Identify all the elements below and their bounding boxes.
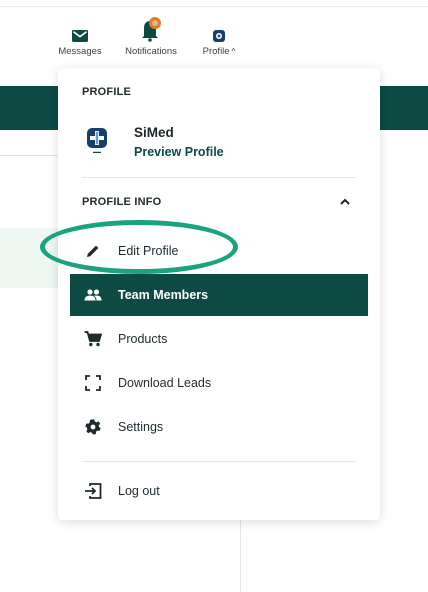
nav-profile-label: Profile ^	[203, 46, 236, 57]
nav-profile[interactable]: Profile ^	[192, 16, 246, 57]
cart-icon	[84, 330, 102, 348]
envelope-icon	[72, 16, 88, 42]
company-logo: ▬▬	[82, 128, 112, 158]
gear-icon	[84, 418, 102, 436]
profile-text: SiMed Preview Profile	[134, 125, 224, 159]
company-name: SiMed	[134, 125, 174, 140]
profile-logo-icon	[213, 16, 225, 42]
page-highlight-block	[0, 228, 60, 288]
logout-button[interactable]: Log out	[70, 470, 368, 512]
logout-label: Log out	[118, 484, 160, 498]
logout-icon	[84, 482, 102, 500]
nav-profile-text: Profile	[202, 46, 230, 57]
nav-messages[interactable]: Messages	[52, 16, 108, 57]
profile-info-heading: PROFILE INFO	[82, 196, 162, 208]
nav-notifications-label: Notifications	[125, 46, 177, 57]
top-rule	[0, 6, 428, 7]
bell-icon	[139, 16, 163, 42]
menu-item-edit-profile[interactable]: Edit Profile	[70, 230, 368, 272]
profile-card: ▬▬ SiMed Preview Profile	[82, 125, 224, 159]
top-nav: Messages Notifications Profile ^	[52, 16, 246, 57]
divider	[82, 177, 356, 178]
menu-item-label: Products	[118, 332, 168, 346]
menu-item-settings[interactable]: Settings	[70, 406, 368, 448]
medical-cross-icon	[87, 128, 107, 148]
menu-item-label: Team Members	[118, 288, 209, 302]
menu-item-products[interactable]: Products	[70, 318, 368, 360]
preview-profile-link[interactable]: Preview Profile	[134, 145, 224, 159]
menu-item-label: Edit Profile	[118, 244, 179, 258]
page-divider	[0, 155, 60, 156]
crop-corners-icon	[84, 374, 102, 392]
logo-wordmark: ▬▬	[93, 149, 101, 154]
nav-notifications[interactable]: Notifications	[112, 16, 190, 57]
page-column-divider	[240, 520, 241, 592]
chevron-up-icon[interactable]	[338, 195, 352, 209]
menu-item-team-members[interactable]: Team Members	[70, 274, 368, 316]
divider	[82, 461, 356, 462]
chevron-up-icon: ^	[231, 47, 236, 56]
profile-heading: PROFILE	[82, 86, 132, 98]
menu-item-download-leads[interactable]: Download Leads	[70, 362, 368, 404]
profile-dropdown: PROFILE ▬▬ SiMed Preview Profile PROFILE…	[58, 68, 380, 520]
people-icon	[84, 286, 102, 304]
pencil-icon	[84, 242, 102, 260]
menu-item-label: Download Leads	[118, 376, 212, 390]
menu-item-label: Settings	[118, 420, 164, 434]
nav-messages-label: Messages	[58, 46, 102, 57]
